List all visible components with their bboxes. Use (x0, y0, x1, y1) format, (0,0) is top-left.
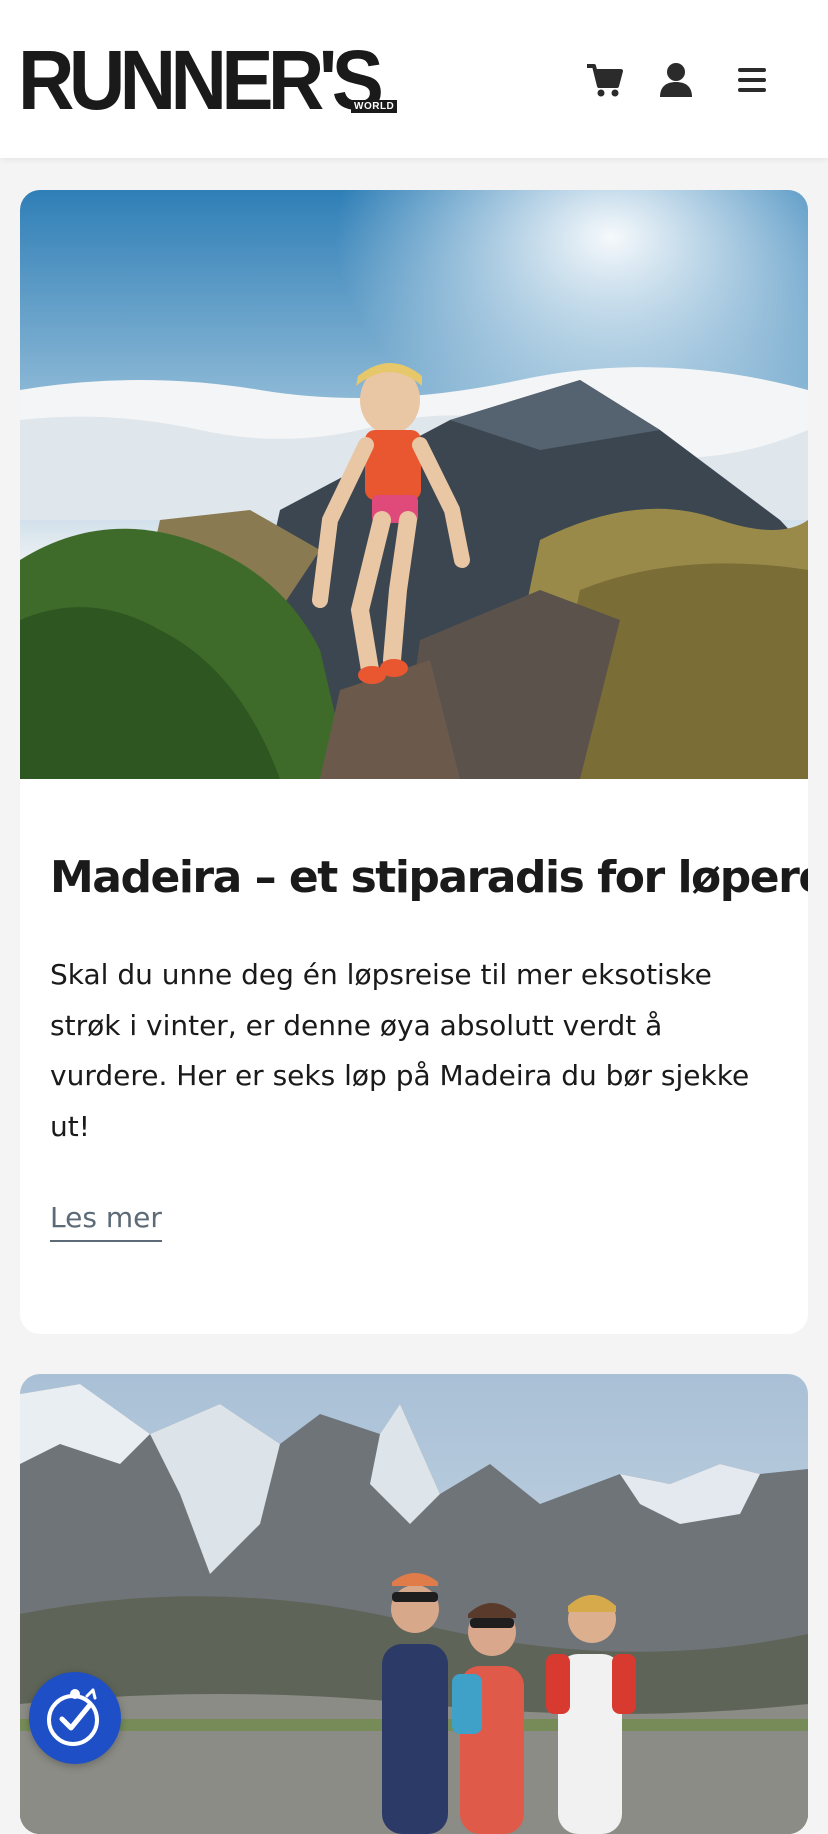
accessibility-button[interactable] (29, 1672, 121, 1764)
hikers-alps-photo[interactable] (20, 1374, 808, 1834)
accessibility-icon (47, 1688, 99, 1746)
user-icon[interactable] (656, 60, 696, 100)
logo-subtitle: WORLD (351, 100, 398, 113)
logo-wordmark: RUNNER'S (18, 33, 384, 127)
read-more-link[interactable]: Les mer (50, 1198, 162, 1242)
article-excerpt: Skal du unne deg én løpsreise til mer ek… (50, 958, 750, 1143)
article-card (20, 1374, 808, 1834)
trail-runner-photo[interactable] (20, 190, 808, 779)
article-title[interactable]: Madeira – et stiparadis for løpere (50, 850, 808, 906)
cart-icon[interactable] (585, 60, 625, 100)
site-header: RUNNER'S WORLD (0, 0, 828, 158)
menu-icon[interactable] (732, 60, 772, 100)
article-card: Madeira – et stiparadis for løpere Skal … (20, 190, 808, 1334)
runners-world-logo[interactable]: RUNNER'S WORLD (18, 33, 398, 127)
